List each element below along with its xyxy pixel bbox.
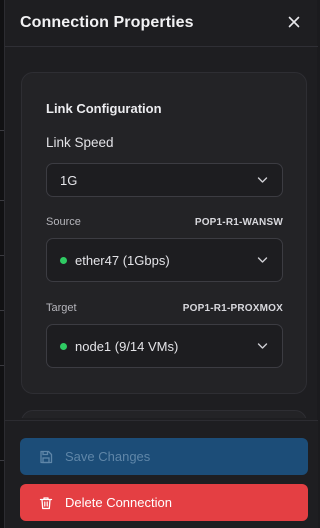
chevron-down-icon: [257, 343, 268, 349]
link-configuration-card: Link Configuration Link Speed 1G Source …: [21, 72, 307, 394]
source-port-value: ether47 (1Gbps): [75, 252, 170, 268]
status-online-dot: [60, 256, 67, 264]
status-online-dot: [60, 342, 67, 350]
close-button[interactable]: [284, 12, 304, 32]
trash-icon: [39, 496, 53, 510]
chevron-down-icon: [257, 257, 268, 263]
connection-properties-panel: Connection Properties Link Configuration…: [4, 0, 318, 528]
delete-connection-button[interactable]: Delete Connection: [20, 484, 308, 521]
chevron-down-icon: [257, 177, 268, 183]
source-label: Source: [46, 216, 81, 228]
panel-header: Connection Properties: [5, 0, 318, 47]
close-icon: [288, 16, 300, 28]
source-device-name: POP1-R1-WANSW: [194, 217, 283, 228]
panel-content[interactable]: Link Configuration Link Speed 1G Source …: [5, 48, 318, 418]
delete-connection-label: Delete Connection: [65, 495, 172, 510]
target-device-name: POP1-R1-PROXMOX: [182, 303, 283, 314]
save-changes-label: Save Changes: [65, 449, 151, 464]
save-changes-button[interactable]: Save Changes: [20, 438, 308, 475]
panel-title: Connection Properties: [20, 14, 194, 31]
section-heading: Link Configuration: [46, 101, 162, 116]
panel-footer: Save Changes Delete Connection: [5, 420, 318, 528]
next-section-card: [21, 410, 307, 418]
link-speed-value: 1G: [60, 172, 78, 188]
link-speed-select[interactable]: 1G: [46, 163, 283, 197]
source-port-select[interactable]: ether47 (1Gbps): [46, 238, 283, 282]
target-port-value: node1 (9/14 VMs): [75, 338, 179, 354]
target-label: Target: [46, 302, 77, 314]
save-icon: [39, 450, 53, 464]
target-port-select[interactable]: node1 (9/14 VMs): [46, 324, 283, 368]
link-speed-label: Link Speed: [46, 135, 114, 150]
